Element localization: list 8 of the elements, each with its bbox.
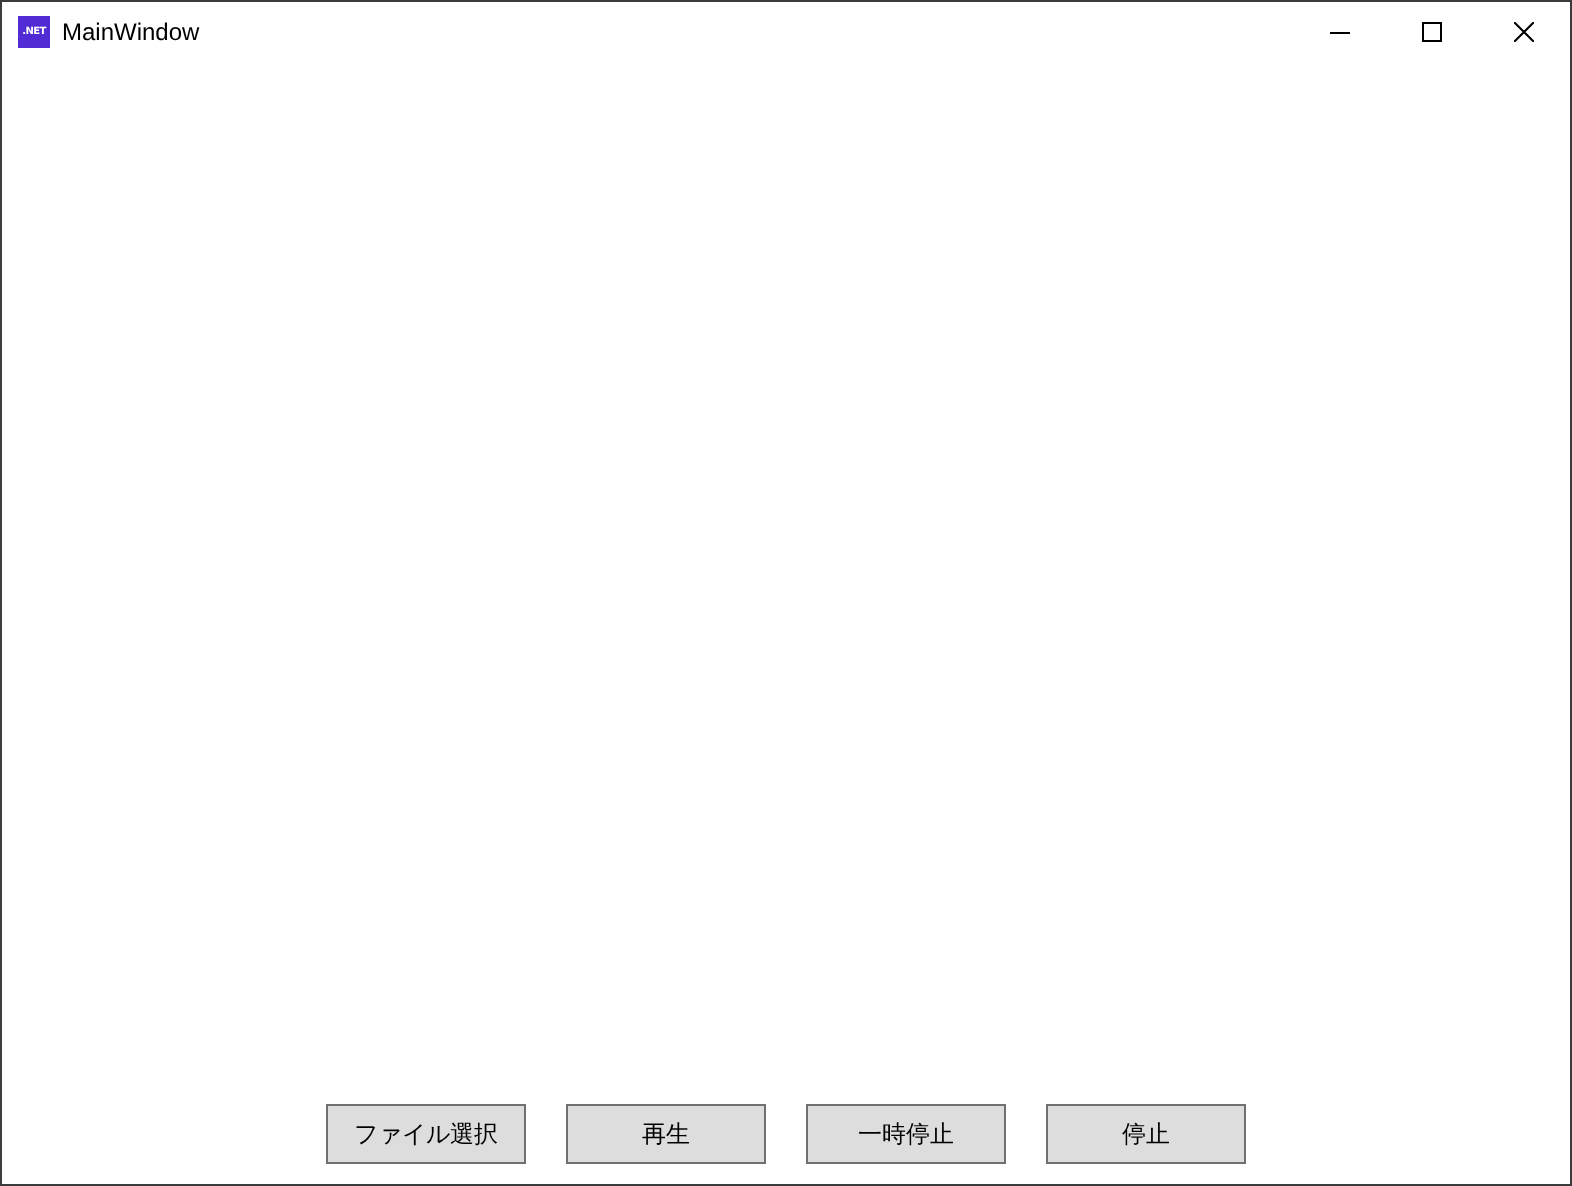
- action-button[interactable]: ファイル選択: [326, 1104, 526, 1164]
- action-button[interactable]: 停止: [1046, 1104, 1246, 1164]
- action-button[interactable]: 再生: [566, 1104, 766, 1164]
- maximize-icon: [1422, 22, 1442, 42]
- minimize-icon: [1330, 31, 1350, 33]
- action-button[interactable]: 一時停止: [806, 1104, 1006, 1164]
- close-icon: [1514, 22, 1534, 42]
- window-title: MainWindow: [62, 18, 202, 46]
